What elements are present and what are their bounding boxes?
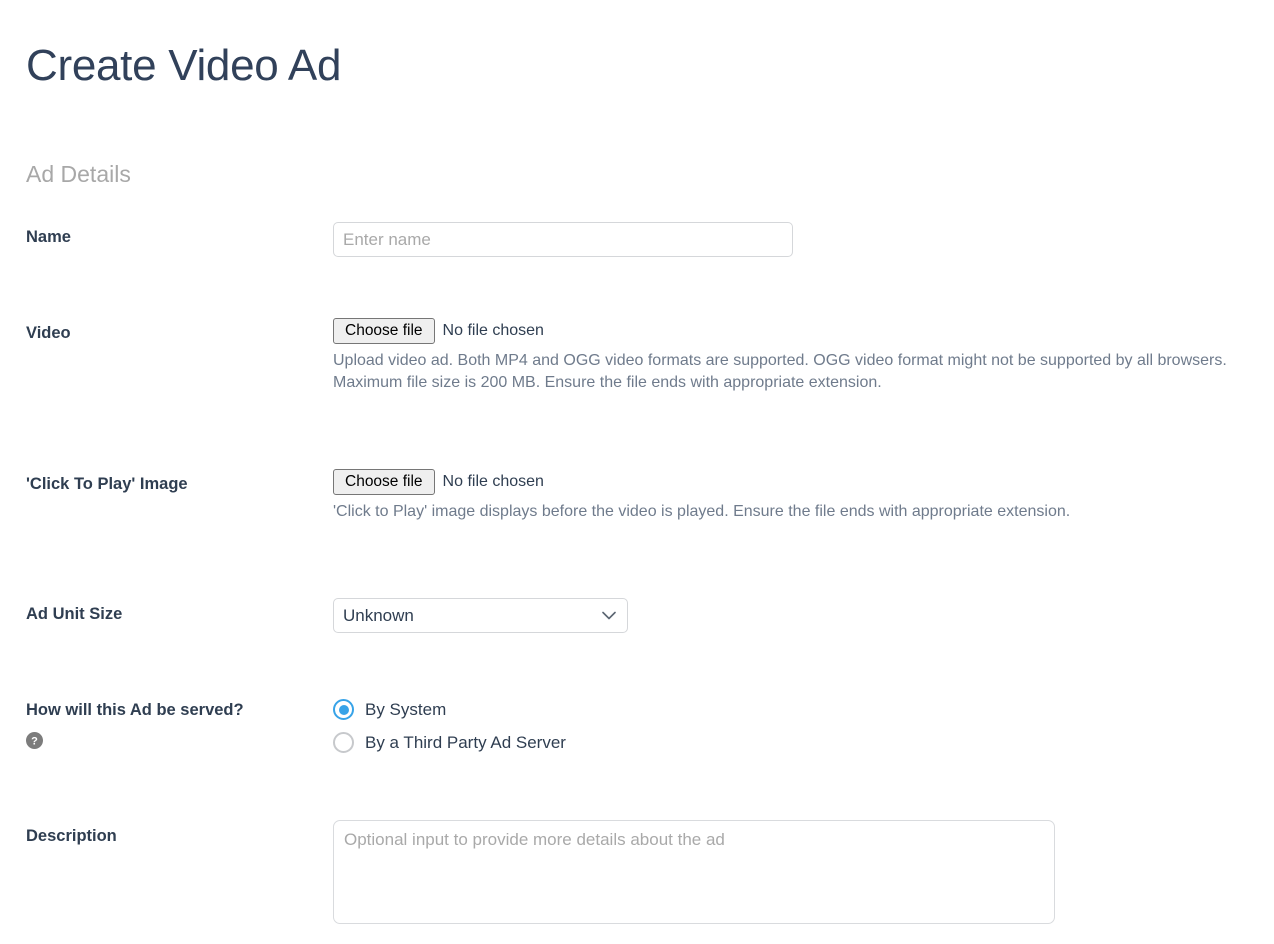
label-description: Description (26, 827, 117, 845)
click-to-play-image-help-text: 'Click to Play' image displays before th… (333, 503, 1071, 520)
label-video: Video (26, 324, 71, 342)
radio-option-third-party[interactable]: By a Third Party Ad Server (333, 726, 566, 759)
label-name: Name (26, 228, 71, 246)
control-ad-unit-size: Unknown (333, 598, 628, 633)
video-file-input[interactable]: Choose file No file chosen (333, 318, 1258, 344)
page-title: Create Video Ad (26, 41, 342, 91)
control-click-to-play-image: Choose file No file chosen 'Click to Pla… (333, 469, 1070, 523)
description-textarea[interactable] (333, 820, 1055, 924)
label-served-by: How will this Ad be served? (26, 701, 244, 719)
click-to-play-image-file-input[interactable]: Choose file No file chosen (333, 469, 1070, 495)
video-choose-file-button[interactable]: Choose file (333, 318, 435, 344)
ad-unit-size-selected-value: Unknown (343, 605, 414, 625)
control-name (333, 222, 793, 257)
ad-unit-size-select-wrapper: Unknown (333, 598, 628, 633)
served-by-radio-group: By System By a Third Party Ad Server (333, 693, 566, 759)
radio-option-by-system[interactable]: By System (333, 693, 566, 726)
radio-indicator-third-party[interactable] (333, 732, 354, 753)
control-video: Choose file No file chosen Upload video … (333, 318, 1258, 394)
control-description (333, 820, 1055, 929)
click-to-play-image-file-status: No file chosen (442, 473, 544, 490)
radio-label-third-party: By a Third Party Ad Server (365, 732, 566, 752)
svg-text:?: ? (31, 736, 38, 748)
question-mark-circle-icon[interactable]: ? (26, 732, 43, 749)
label-click-to-play-image: 'Click To Play' Image (26, 475, 188, 493)
control-served-by: By System By a Third Party Ad Server (333, 693, 566, 759)
ad-unit-size-select[interactable]: Unknown (333, 598, 628, 633)
radio-indicator-by-system[interactable] (333, 699, 354, 720)
video-file-status: No file chosen (442, 322, 544, 339)
label-ad-unit-size: Ad Unit Size (26, 605, 123, 623)
video-help-text: Upload video ad. Both MP4 and OGG video … (333, 352, 1227, 391)
click-to-play-image-choose-file-button[interactable]: Choose file (333, 469, 435, 495)
section-heading-ad-details: Ad Details (26, 161, 131, 187)
radio-label-by-system: By System (365, 699, 447, 719)
name-input[interactable] (333, 222, 793, 257)
